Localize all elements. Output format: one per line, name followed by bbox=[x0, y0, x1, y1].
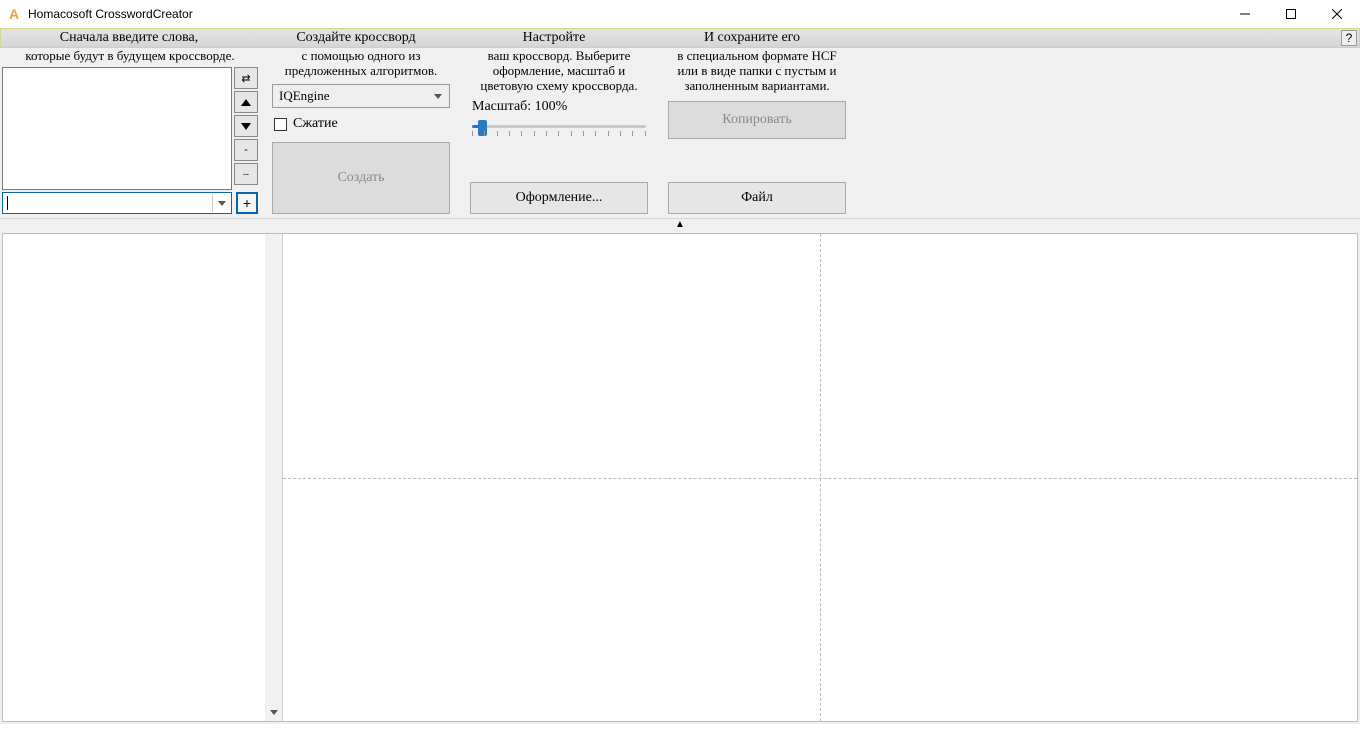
word-input-dropdown[interactable] bbox=[212, 194, 230, 212]
close-button[interactable] bbox=[1314, 0, 1360, 28]
words-side-buttons: ⇄ - -- bbox=[234, 67, 258, 190]
engine-select-value: IQEngine bbox=[279, 88, 330, 104]
step-1-title: Сначала введите слова, bbox=[1, 29, 257, 47]
panel-configure: ваш кроссворд. Выберите оформление, масш… bbox=[464, 48, 654, 214]
app-icon: A bbox=[6, 6, 22, 22]
panel-save-desc: в специальном формате HCF или в виде пап… bbox=[662, 48, 852, 97]
canvas-area: ▲ bbox=[0, 218, 1360, 724]
chevron-down-icon bbox=[270, 710, 278, 715]
panel-words-desc: которые будут в будущем кроссворде. bbox=[2, 48, 258, 67]
add-word-button[interactable]: + bbox=[236, 192, 258, 214]
file-button[interactable]: Файл bbox=[668, 182, 846, 214]
panel-words: которые будут в будущем кроссворде. ⇄ - … bbox=[2, 48, 258, 214]
compress-label: Сжатие bbox=[293, 116, 338, 132]
canvas-inner bbox=[2, 233, 1358, 722]
chevron-up-icon bbox=[270, 234, 278, 251]
panels-row: которые будут в будущем кроссворде. ⇄ - … bbox=[0, 48, 1360, 218]
scroll-up-button[interactable] bbox=[265, 234, 282, 251]
step-3-title: Настройте bbox=[455, 29, 653, 47]
swap-button[interactable]: ⇄ bbox=[234, 67, 258, 89]
compress-row: Сжатие bbox=[266, 110, 456, 138]
collapse-toggle[interactable]: ▲ bbox=[675, 219, 685, 231]
panel-create-desc: с помощью одного из предложенных алгорит… bbox=[266, 48, 456, 82]
words-listbox[interactable] bbox=[2, 67, 232, 190]
scale-label: Масштаб: 100% bbox=[464, 97, 654, 117]
move-up-button[interactable] bbox=[234, 91, 258, 113]
slider-track bbox=[472, 125, 646, 128]
maximize-button[interactable] bbox=[1268, 0, 1314, 28]
engine-select-dropdown bbox=[430, 88, 446, 104]
panel-create: с помощью одного из предложенных алгорит… bbox=[266, 48, 456, 214]
step-2-title: Создайте кроссворд bbox=[257, 29, 455, 47]
minimize-button[interactable] bbox=[1222, 0, 1268, 28]
create-button[interactable]: Создать bbox=[272, 142, 450, 214]
chevron-down-icon bbox=[434, 94, 442, 99]
scroll-down-button[interactable] bbox=[265, 704, 282, 721]
scale-slider[interactable] bbox=[472, 117, 646, 141]
step-bar: Сначала введите слова, Создайте кроссвор… bbox=[0, 28, 1360, 48]
arrow-up-icon bbox=[241, 99, 251, 106]
panel-configure-desc: ваш кроссворд. Выберите оформление, масш… bbox=[464, 48, 654, 97]
design-button[interactable]: Оформление... bbox=[470, 182, 648, 214]
copy-button[interactable]: Копировать bbox=[668, 101, 846, 139]
compress-checkbox[interactable] bbox=[274, 118, 287, 131]
word-input[interactable] bbox=[2, 192, 232, 214]
clues-pane[interactable] bbox=[3, 234, 283, 721]
panel-save: в специальном формате HCF или в виде пап… bbox=[662, 48, 852, 214]
remove-button[interactable]: - bbox=[234, 139, 258, 161]
chevron-down-icon bbox=[218, 201, 226, 206]
clues-scrollbar[interactable] bbox=[265, 234, 282, 721]
step-4-title: И сохраните его bbox=[653, 29, 851, 47]
title-bar: A Homacosoft CrosswordCreator bbox=[0, 0, 1360, 28]
slider-ticks bbox=[472, 131, 646, 136]
words-footer: + bbox=[2, 190, 258, 214]
move-down-button[interactable] bbox=[234, 115, 258, 137]
arrow-down-icon bbox=[241, 123, 251, 130]
words-body: ⇄ - -- bbox=[2, 67, 258, 190]
window-controls bbox=[1222, 0, 1360, 28]
help-button[interactable]: ? bbox=[1341, 30, 1357, 46]
remove-all-button[interactable]: -- bbox=[234, 163, 258, 185]
engine-select[interactable]: IQEngine bbox=[272, 84, 450, 108]
window-title: Homacosoft CrosswordCreator bbox=[28, 7, 1222, 21]
crossword-grid-pane[interactable] bbox=[283, 234, 1357, 721]
